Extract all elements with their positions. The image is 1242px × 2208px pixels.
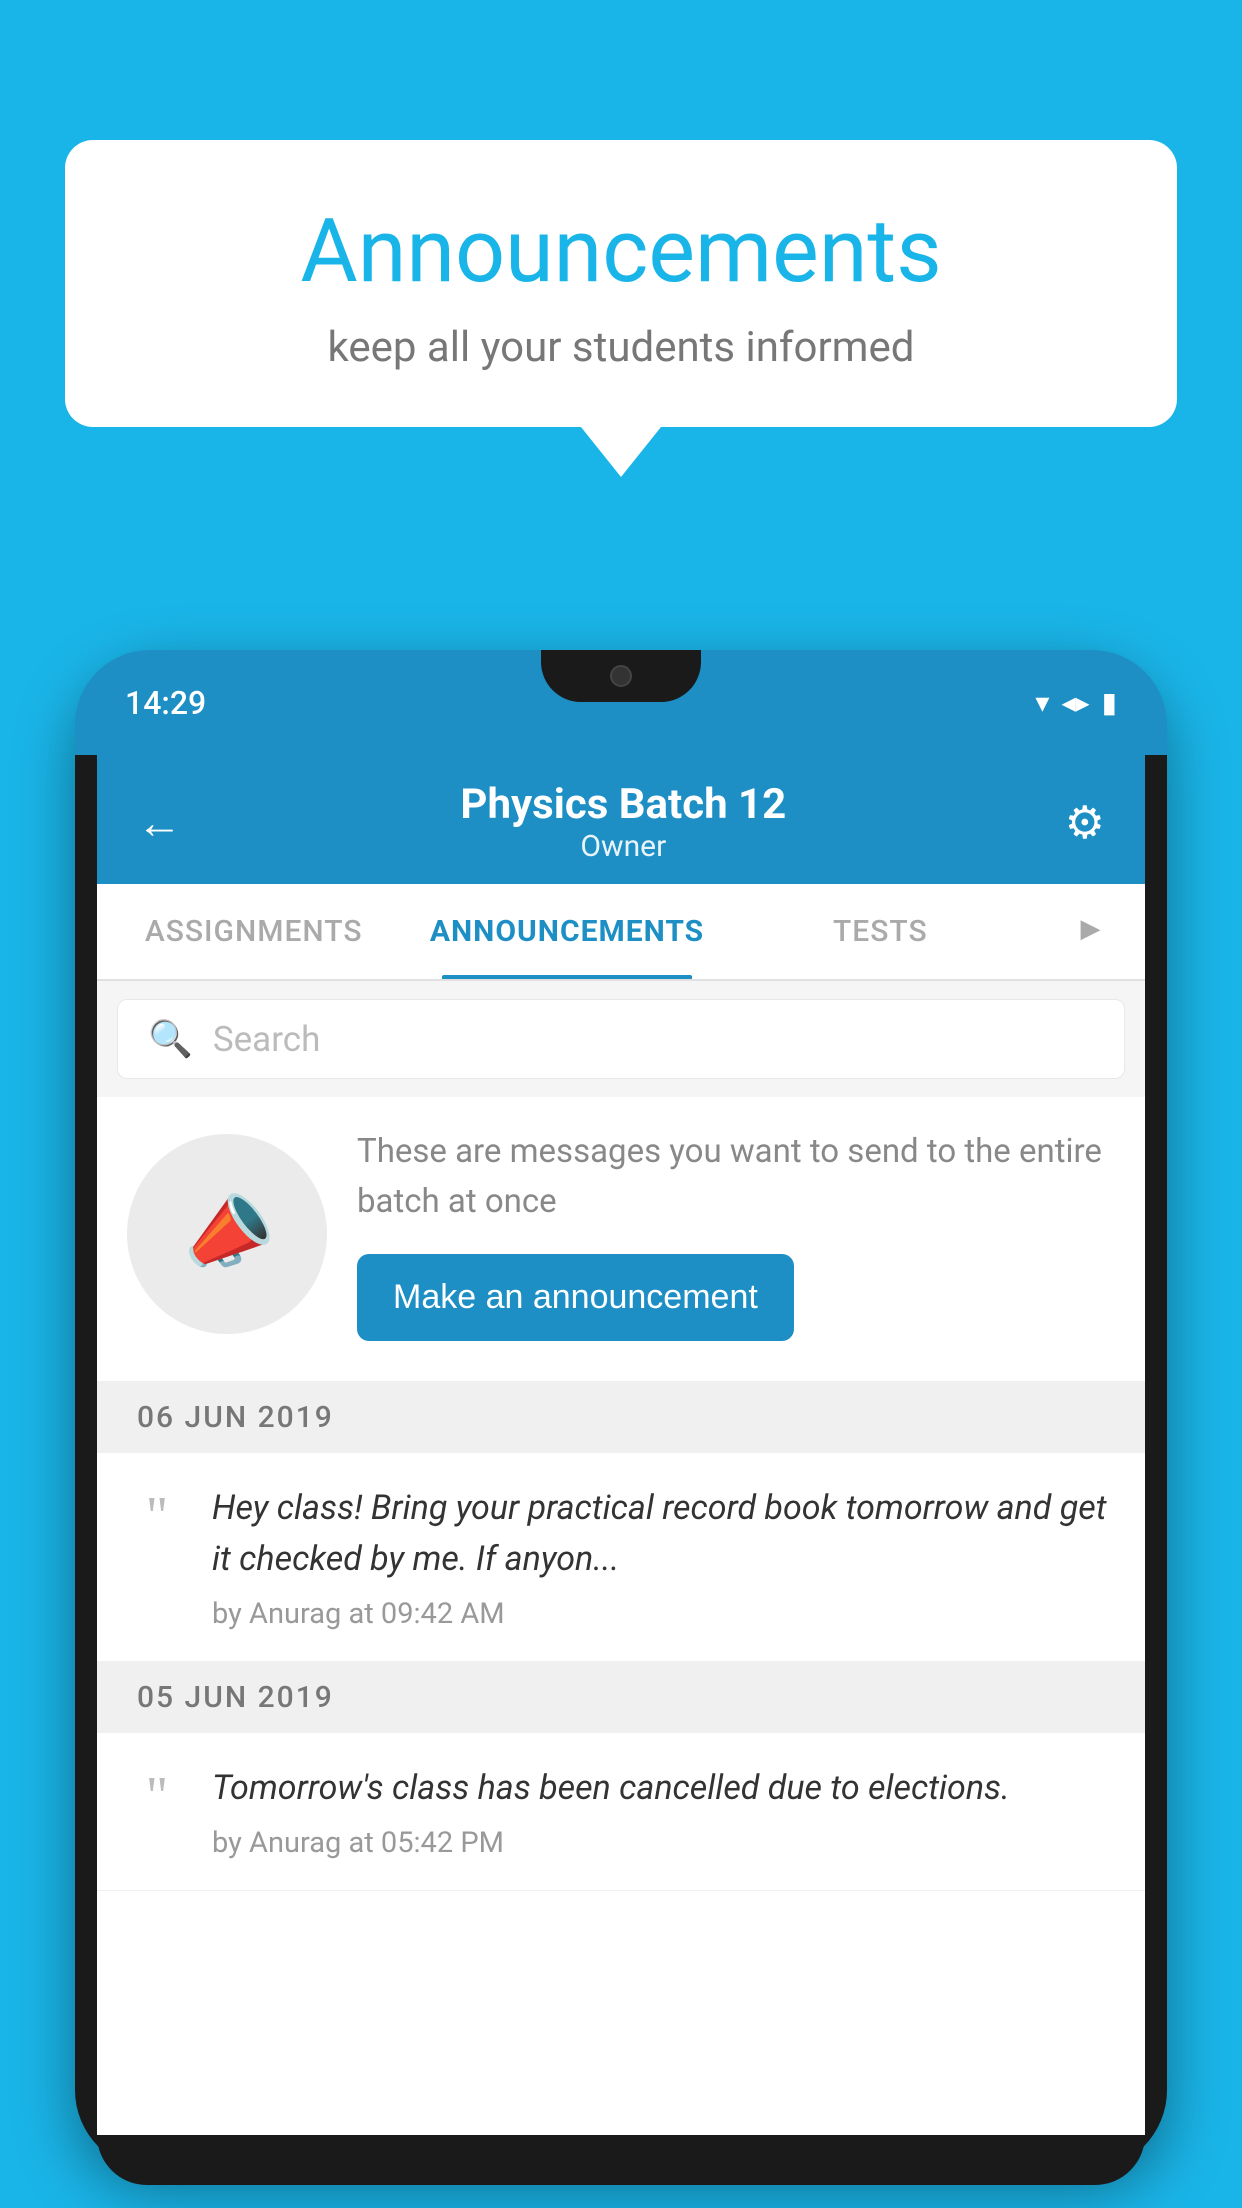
header-title-block: Physics Batch 12 Owner [460,780,786,864]
tab-announcements[interactable]: ANNOUNCEMENTS [410,884,723,979]
quote-icon-1: " [127,1488,187,1543]
wifi-icon: ▾ [1035,686,1049,719]
announcement-content-1: Hey class! Bring your practical record b… [212,1483,1115,1631]
camera-dot [610,665,632,687]
announcement-text-1: Hey class! Bring your practical record b… [212,1483,1115,1585]
promo-description: These are messages you want to send to t… [357,1127,1115,1226]
announcement-text-2: Tomorrow's class has been cancelled due … [212,1763,1115,1814]
search-placeholder: Search [213,1019,321,1060]
tab-assignments[interactable]: ASSIGNMENTS [97,884,410,979]
phone-bottom-bar [97,2135,1145,2185]
search-bar-container: 🔍 Search [97,981,1145,1097]
tab-more[interactable]: ▶ [1037,884,1145,979]
signal-icon: ◂▸ [1061,686,1089,719]
announcement-content-2: Tomorrow's class has been cancelled due … [212,1763,1115,1860]
status-time: 14:29 [125,684,206,722]
header-title: Physics Batch 12 [460,780,786,829]
phone-screen: ← Physics Batch 12 Owner ⚙ ASSIGNMENTS A… [97,755,1145,2135]
speech-bubble-wrapper: Announcements keep all your students inf… [65,140,1177,477]
megaphone-icon: 📣 [170,1179,283,1288]
speech-bubble-subtitle: keep all your students informed [125,323,1117,372]
speech-bubble: Announcements keep all your students inf… [65,140,1177,427]
app-header: ← Physics Batch 12 Owner ⚙ [97,755,1145,884]
date-divider-1: 06 JUN 2019 [97,1382,1145,1453]
speech-bubble-arrow [581,427,661,477]
quote-icon-2: " [127,1768,187,1823]
speech-bubble-title: Announcements [125,200,1117,303]
status-icons: ▾ ◂▸ ▮ [1035,686,1117,719]
promo-right: These are messages you want to send to t… [357,1127,1115,1341]
battery-icon: ▮ [1102,686,1117,719]
tab-tests[interactable]: TESTS [724,884,1037,979]
search-icon: 🔍 [148,1018,193,1060]
status-bar: 14:29 ▾ ◂▸ ▮ [75,650,1167,755]
announcement-meta-2: by Anurag at 05:42 PM [212,1826,1115,1860]
phone-frame: 14:29 ▾ ◂▸ ▮ ← Physics Batch 12 Owner [75,650,1167,2170]
date-text-2: 05 JUN 2019 [137,1680,334,1715]
announcement-meta-1: by Anurag at 09:42 AM [212,1597,1115,1631]
make-announcement-button[interactable]: Make an announcement [357,1254,794,1341]
announcement-item-2[interactable]: " Tomorrow's class has been cancelled du… [97,1733,1145,1891]
header-subtitle: Owner [460,829,786,864]
promo-block: 📣 These are messages you want to send to… [97,1097,1145,1382]
phone-inner: ← Physics Batch 12 Owner ⚙ ASSIGNMENTS A… [97,755,1145,2135]
date-divider-2: 05 JUN 2019 [97,1662,1145,1733]
phone-container: 14:29 ▾ ◂▸ ▮ ← Physics Batch 12 Owner [75,650,1167,2208]
tabs-bar: ASSIGNMENTS ANNOUNCEMENTS TESTS ▶ [97,884,1145,981]
gear-icon[interactable]: ⚙ [1065,796,1105,849]
announcement-item-1[interactable]: " Hey class! Bring your practical record… [97,1453,1145,1662]
search-bar[interactable]: 🔍 Search [117,999,1125,1079]
notch [541,650,701,702]
promo-icon-circle: 📣 [127,1134,327,1334]
date-text-1: 06 JUN 2019 [137,1400,334,1435]
back-button[interactable]: ← [137,796,182,849]
